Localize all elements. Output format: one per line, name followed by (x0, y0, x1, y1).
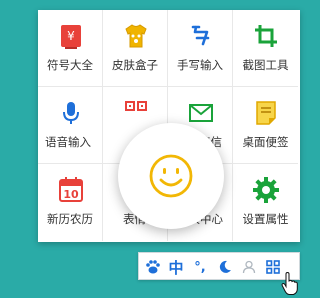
lang-toggle-button[interactable]: 中 (166, 257, 186, 277)
symbol-icon: ¥ (61, 25, 81, 49)
symbol-glyph: ¥ (67, 29, 75, 43)
tool-label: 语音输入 (45, 135, 91, 149)
toolbox-grid-icon[interactable] (263, 257, 283, 277)
tool-label: 新历农历 (47, 212, 93, 226)
handwriting-icon (191, 25, 210, 46)
emoji-hover-bubble[interactable] (118, 123, 224, 229)
microphone-icon (63, 102, 79, 124)
moon-icon[interactable] (215, 257, 235, 277)
envelope-icon (189, 104, 213, 122)
tool-voice-input[interactable]: 语音输入 (38, 87, 103, 164)
tool-handwriting[interactable]: 手写输入 (168, 10, 233, 87)
tool-desktop-note[interactable]: 桌面便签 (233, 87, 298, 164)
paw-logo-icon[interactable] (143, 257, 163, 277)
tool-skin-box[interactable]: 皮肤盒子 (103, 10, 168, 87)
skin-box-icon (125, 24, 147, 48)
sticky-note-icon (256, 101, 276, 125)
tool-label: 手写输入 (177, 58, 223, 72)
tool-label: 符号大全 (47, 58, 93, 72)
screenshot-icon (255, 25, 277, 47)
tool-symbols[interactable]: ¥ 符号大全 (38, 10, 103, 87)
tool-label: 桌面便签 (242, 135, 289, 149)
tool-label: 设置属性 (242, 212, 289, 226)
tool-label: 皮肤盒子 (112, 58, 158, 72)
hand-cursor-icon (281, 272, 298, 295)
calendar-day: 10 (63, 188, 79, 201)
tool-settings[interactable]: 设置属性 (233, 164, 298, 241)
toolbox-panel: ¥ 符号大全 皮肤盒子 手写输入 截图工具 语音输入 桌面便签 10 新历农历 … (38, 10, 300, 242)
tool-screenshot[interactable]: 截图工具 (233, 10, 298, 87)
calendar-icon: 10 (59, 177, 83, 202)
punctuation-toggle-button[interactable]: °, (189, 257, 211, 277)
ime-status-bar: 中 °, (138, 252, 300, 280)
qrcode-icon (125, 101, 147, 111)
tool-calendar[interactable]: 10 新历农历 (38, 164, 103, 241)
tool-label: 截图工具 (242, 58, 289, 72)
gear-icon (253, 177, 279, 203)
emoji-icon (149, 154, 193, 198)
user-outline-icon[interactable] (239, 257, 259, 277)
